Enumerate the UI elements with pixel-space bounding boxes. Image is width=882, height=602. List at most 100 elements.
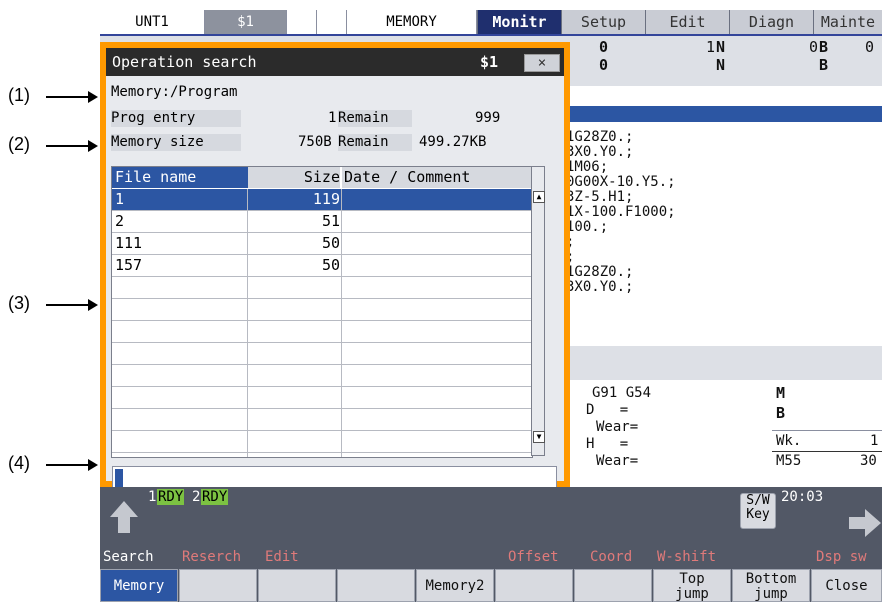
offset-h: H = — [586, 436, 629, 452]
softkey-close[interactable]: Close — [811, 569, 882, 602]
close-icon[interactable]: × — [524, 54, 560, 72]
program-line: 1M06; — [566, 159, 609, 175]
key-label-search: Search — [103, 549, 154, 565]
tab-monitr[interactable]: Monitr — [477, 10, 561, 34]
callout-4-arrowhead — [88, 459, 98, 471]
callout-1-arrowhead — [88, 91, 98, 103]
table-row — [112, 365, 537, 387]
key-label-edit: Edit — [265, 549, 299, 565]
top-status-bar: UNT1 $1 MEMORY Monitr Setup Edit Diagn M… — [100, 10, 882, 36]
prog-remain-label: Remain — [338, 110, 412, 127]
system-label: $1 — [205, 10, 287, 34]
counter-b: B — [819, 38, 829, 56]
key-label-coord: Coord — [590, 549, 633, 565]
column-divider — [247, 189, 248, 457]
offset-d: D = — [586, 402, 629, 418]
program-line: 100.; — [566, 219, 609, 235]
program-line: 1G28Z0.; — [566, 264, 634, 280]
scroll-up-icon[interactable]: ▲ — [533, 191, 545, 203]
memory-remain-value: 499.27KB — [419, 134, 487, 150]
memory-size-value: 750B — [298, 134, 332, 150]
table-row — [112, 431, 537, 453]
side-b: B — [776, 404, 786, 422]
memory-path: Memory:/Program — [111, 84, 238, 100]
menu-next-icon[interactable] — [845, 503, 882, 543]
operation-search-dialog: Operation search $1 × Memory:/Program Pr… — [100, 42, 570, 490]
file-name: 157 — [115, 256, 143, 274]
softkey-3[interactable] — [258, 569, 336, 602]
counter-n-row2: N — [716, 56, 726, 74]
side-m: M — [776, 384, 786, 402]
tab-diagn[interactable]: Diagn — [729, 10, 813, 34]
softkey-6[interactable] — [495, 569, 573, 602]
softkey-4[interactable] — [337, 569, 415, 602]
table-scrollbar[interactable]: ▲ ▼ — [531, 166, 545, 456]
callout-1-arrow — [46, 96, 88, 98]
dialog-titlebar: Operation search $1 × — [106, 48, 564, 76]
column-header-file-name[interactable]: File name — [112, 167, 248, 188]
wear-2: Wear= — [596, 453, 639, 469]
table-row[interactable]: 111 50 — [112, 233, 537, 255]
counter-last: 0 — [865, 38, 875, 56]
program-line: 3X0.Y0.; — [566, 279, 634, 295]
scroll-down-icon[interactable]: ▼ — [533, 431, 545, 443]
m55-value: 30 — [860, 453, 877, 469]
ready-2-badge: RDY — [201, 489, 229, 505]
file-size: 51 — [321, 212, 340, 230]
ready-1-badge: RDY — [157, 489, 185, 505]
table-row[interactable]: 157 50 — [112, 255, 537, 277]
ready-2-num: 2 — [192, 489, 201, 505]
file-name: 2 — [115, 212, 125, 230]
callout-1: (1) — [8, 85, 30, 105]
counter-n: N — [716, 38, 726, 56]
status-cell-a — [287, 10, 317, 34]
callout-4-arrow — [46, 464, 88, 466]
prog-entry-label: Prog entry — [111, 110, 241, 127]
wear-1: Wear= — [596, 419, 639, 435]
column-divider — [341, 189, 342, 457]
program-line: 0G00X-10.Y5.; — [566, 174, 676, 190]
counter-0-row2: 0 — [599, 56, 609, 74]
ready-1-num: 1 — [148, 489, 157, 505]
program-line: 1G28Z0.; — [566, 129, 634, 145]
unit-label: UNT1 — [100, 10, 205, 34]
memory-size-label: Memory size — [111, 134, 241, 151]
file-name: 111 — [115, 234, 143, 252]
tab-edit[interactable]: Edit — [645, 10, 729, 34]
key-label-w-shift: W-shift — [657, 549, 717, 565]
table-row — [112, 299, 537, 321]
callout-2-arrowhead — [88, 140, 98, 152]
softkey-7[interactable] — [574, 569, 652, 602]
table-row — [112, 343, 537, 365]
file-table: File name Size Date / Comment 1 119 2 51… — [111, 166, 537, 458]
sw-key-button[interactable]: S/W Key — [740, 493, 776, 529]
softkey-memory2[interactable]: Memory2 — [416, 569, 494, 602]
counter-0: 0 — [599, 38, 609, 56]
softkey-memory[interactable]: Memory — [100, 569, 178, 602]
softkey-top-jump[interactable]: Top jump — [653, 569, 731, 602]
column-header-size[interactable]: Size — [248, 167, 340, 188]
file-size: 50 — [321, 256, 340, 274]
modal-codes: G91 G54 — [592, 385, 652, 401]
softkey-row: Memory Memory2 Top jump Bottom jump Clos… — [100, 567, 882, 602]
dialog-title: Operation search — [112, 53, 257, 71]
close-symbol: × — [537, 55, 547, 71]
softkey-2[interactable] — [179, 569, 257, 602]
menu-up-icon[interactable] — [108, 495, 140, 541]
program-current-line — [570, 106, 882, 122]
table-row[interactable]: 2 51 — [112, 211, 537, 233]
wk-value: 1 — [870, 433, 879, 449]
callout-2: (2) — [8, 134, 30, 154]
callout-2-arrow — [46, 145, 88, 147]
cnc-screen: UNT1 $1 MEMORY Monitr Setup Edit Diagn M… — [100, 10, 882, 602]
dialog-body: Operation search $1 × Memory:/Program Pr… — [106, 48, 564, 490]
tab-setup[interactable]: Setup — [561, 10, 645, 34]
tab-mainte[interactable]: Mainte — [813, 10, 882, 34]
column-header-date-comment[interactable]: Date / Comment — [342, 167, 534, 188]
table-row[interactable]: 1 119 — [112, 189, 537, 211]
table-row — [112, 321, 537, 343]
input-cursor — [115, 469, 123, 487]
status-bar: 1 RDY 2 RDY S/W Key 20:03 — [100, 487, 882, 547]
prog-remain-value: 999 — [475, 110, 501, 126]
softkey-bottom-jump[interactable]: Bottom jump — [732, 569, 810, 602]
